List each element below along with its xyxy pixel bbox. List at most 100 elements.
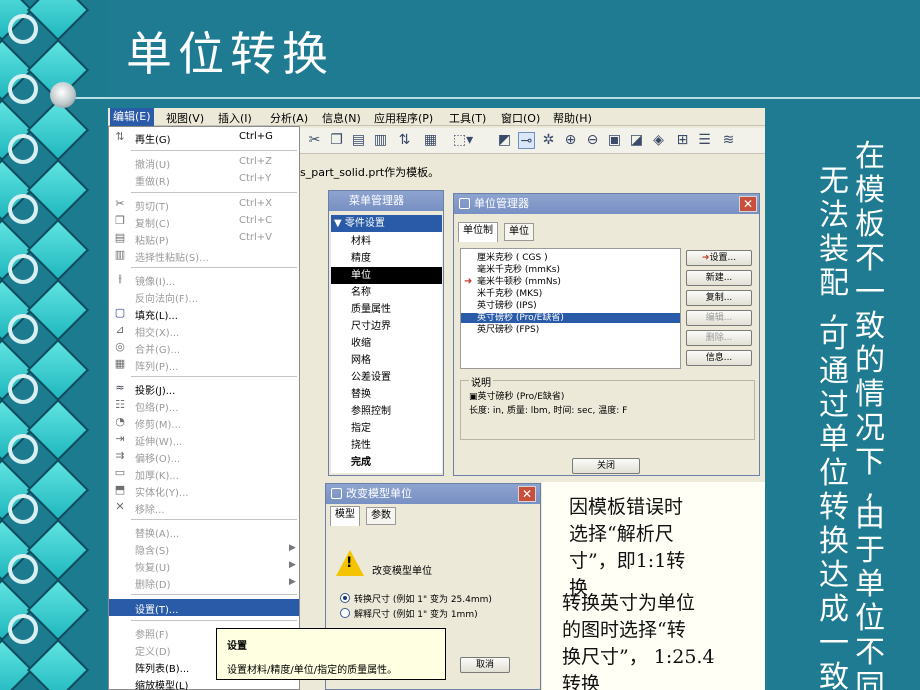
mm-item-material[interactable]: 材料 xyxy=(331,233,442,250)
menu-item-delete[interactable]: 删除(D) ▶ xyxy=(109,574,299,591)
menu-item-cut[interactable]: ✂ 剪切(T) Ctrl+X xyxy=(109,196,299,213)
menu-edit[interactable]: 编辑(E) xyxy=(110,108,154,126)
menu-item-thicken[interactable]: ▭ 加厚(K)... xyxy=(109,465,299,482)
mm-item-designate[interactable]: 指定 xyxy=(331,420,442,437)
mm-item-shrinkage[interactable]: 收缩 xyxy=(331,335,442,352)
menu-item-suppress[interactable]: 隐含(S) ▶ xyxy=(109,540,299,557)
mm-item-flexibility[interactable]: 挠性 xyxy=(331,437,442,454)
mm-item-units[interactable]: 单位 xyxy=(331,267,442,284)
menu-item-merge[interactable]: ◎ 合并(G)... xyxy=(109,339,299,356)
side-text-char: 板 xyxy=(855,207,885,242)
orient-icon[interactable]: ◪ xyxy=(628,132,645,149)
sketch-icon[interactable]: ◩ xyxy=(496,132,513,149)
annotation-icon[interactable]: ⊞ xyxy=(674,132,691,149)
menu-insert[interactable]: 插入(I) xyxy=(218,110,252,126)
current-arrow-icon: ➜ xyxy=(464,276,473,287)
set-button[interactable]: ➜设置... xyxy=(686,250,752,266)
menu-item-redo[interactable]: 重做(R) Ctrl+Y xyxy=(109,171,299,188)
menu-item-offset[interactable]: ⇉ 偏移(O)... xyxy=(109,448,299,465)
part-setup-header[interactable]: ▼ 零件设置 xyxy=(331,215,442,232)
copy-button[interactable]: 复制... xyxy=(686,290,752,306)
zoom-out-icon[interactable]: ⊖ xyxy=(584,132,601,149)
menu-item-wrap[interactable]: ☷ 包络(P)... xyxy=(109,397,299,414)
layers-icon[interactable]: ☰ xyxy=(696,132,713,149)
paste-icon[interactable]: ▤ xyxy=(350,132,367,149)
menu-info[interactable]: 信息(N) xyxy=(322,110,361,126)
menu-item-pattern[interactable]: ▦ 阵列(P)... xyxy=(109,356,299,373)
menu-item-paste[interactable]: ▤ 粘贴(P) Ctrl+V xyxy=(109,230,299,247)
mm-item-replace[interactable]: 替换 xyxy=(331,386,442,403)
cut-icon[interactable]: ✂ xyxy=(306,132,323,149)
tab-units[interactable]: 单位 xyxy=(504,223,534,241)
saved-views-icon[interactable]: ◈ xyxy=(650,132,667,149)
unit-system-item-selected[interactable]: 英寸磅秒 (Pro/E缺省) xyxy=(461,313,680,323)
unit-system-item[interactable]: ➜ 毫米牛顿秒 (mmNs) xyxy=(461,276,680,288)
regenerate-icon[interactable]: ⇅ xyxy=(396,132,413,149)
menu-item-regenerate[interactable]: ⇅ 再生(G) Ctrl+G xyxy=(109,129,299,146)
close-icon[interactable]: ✕ xyxy=(518,486,536,502)
side-text-char: 无 xyxy=(819,164,849,199)
refit-icon[interactable]: ▣ xyxy=(606,132,623,149)
mm-item-mesh[interactable]: 网格 xyxy=(331,352,442,369)
menu-item-trim[interactable]: ◔ 修剪(M)... xyxy=(109,414,299,431)
menu-analysis[interactable]: 分析(A) xyxy=(270,110,308,126)
tab-unit-systems[interactable]: 单位制 xyxy=(458,222,498,242)
mm-item-done[interactable]: 完成 xyxy=(331,454,442,471)
unit-system-item[interactable]: 毫米千克秒 (mmKs) xyxy=(461,265,680,275)
cancel-button[interactable]: 取消 xyxy=(460,657,510,673)
spin-icon[interactable]: ✲ xyxy=(540,132,557,149)
title-underline xyxy=(62,97,920,99)
menu-item-extend[interactable]: ⇥ 延伸(W)... xyxy=(109,431,299,448)
scissors-icon: ✂ xyxy=(115,197,125,210)
mm-item-ref-control[interactable]: 参照控制 xyxy=(331,403,442,420)
tab-parameters[interactable]: 参数 xyxy=(366,507,396,525)
unit-system-item[interactable]: 厘米克秒 ( CGS ) xyxy=(461,253,680,263)
menu-item-copy[interactable]: ❐ 复制(C) Ctrl+C xyxy=(109,213,299,230)
menu-item-setup[interactable]: 设置(T)... xyxy=(109,599,299,616)
info-button[interactable]: 信息... xyxy=(686,350,752,366)
close-icon[interactable]: ✕ xyxy=(739,196,757,212)
mm-item-dim-bound[interactable]: 尺寸边界 xyxy=(331,318,442,335)
unit-system-item[interactable]: 米千克秒 (MKS) xyxy=(461,289,680,299)
menu-window[interactable]: 窗口(O) xyxy=(501,110,540,126)
new-button[interactable]: 新建... xyxy=(686,270,752,286)
interpret-dims-radio[interactable] xyxy=(340,608,350,618)
mm-item-name[interactable]: 名称 xyxy=(331,284,442,301)
menu-item-fill[interactable]: ▢ 填充(L)... xyxy=(109,305,299,322)
side-text-char: 的 xyxy=(855,343,885,378)
unit-system-item[interactable]: 英寸磅秒 (IPS) xyxy=(461,301,680,311)
menu-item-flip-normal[interactable]: 反向法向(F)... xyxy=(109,288,299,305)
layer-tree-icon[interactable]: ≋ xyxy=(720,132,737,149)
menu-item-paste-special[interactable]: ▥ 选择性粘贴(S)... xyxy=(109,247,299,264)
menu-item-undo[interactable]: 撤消(U) Ctrl+Z xyxy=(109,154,299,171)
delete-button[interactable]: 删除... xyxy=(686,330,752,346)
description-box: 说明 ▣英寸磅秒 (Pro/E缺省) 长度: in, 质量: lbm, 时间: … xyxy=(460,374,755,440)
menu-view[interactable]: 视图(V) xyxy=(166,110,204,126)
menu-help[interactable]: 帮助(H) xyxy=(553,110,592,126)
menu-item-intersect[interactable]: ⊿ 相交(X)... xyxy=(109,322,299,339)
mm-item-mass-props[interactable]: 质量属性 xyxy=(331,301,442,318)
menu-item-mirror[interactable]: ⫲ 镜像(I)... xyxy=(109,271,299,288)
menu-applications[interactable]: 应用程序(P) xyxy=(374,110,433,126)
side-text-char: 成 xyxy=(819,592,849,627)
menu-item-project[interactable]: ≈ 投影(J)... xyxy=(109,380,299,397)
mm-item-tolerance[interactable]: 公差设置 xyxy=(331,369,442,386)
close-button[interactable]: 关闭 xyxy=(572,458,640,474)
menu-item-remove[interactable]: ✕ 移除... xyxy=(109,499,299,516)
tab-model[interactable]: 模型 xyxy=(330,506,360,526)
convert-dims-radio[interactable] xyxy=(340,593,350,603)
menu-item-resume[interactable]: 恢复(U) ▶ xyxy=(109,557,299,574)
datum-icon[interactable]: ⊸ xyxy=(518,132,535,149)
edit-button[interactable]: 编辑... xyxy=(686,310,752,326)
menu-tools[interactable]: 工具(T) xyxy=(449,110,486,126)
menu-item-replace[interactable]: 替换(A)... xyxy=(109,523,299,540)
mm-item-accuracy[interactable]: 精度 xyxy=(331,250,442,267)
menu-item-solidify[interactable]: ⬒ 实体化(Y)... xyxy=(109,482,299,499)
copy-icon[interactable]: ❐ xyxy=(328,132,345,149)
unit-system-item[interactable]: 英尺磅秒 (FPS) xyxy=(461,325,680,335)
select-box-icon[interactable]: ⬚▾ xyxy=(446,132,480,149)
paste-special-icon[interactable]: ▥ xyxy=(372,132,389,149)
find-icon[interactable]: ▦ xyxy=(422,132,439,149)
zoom-in-icon[interactable]: ⊕ xyxy=(562,132,579,149)
solidify-icon: ⬒ xyxy=(114,483,126,496)
